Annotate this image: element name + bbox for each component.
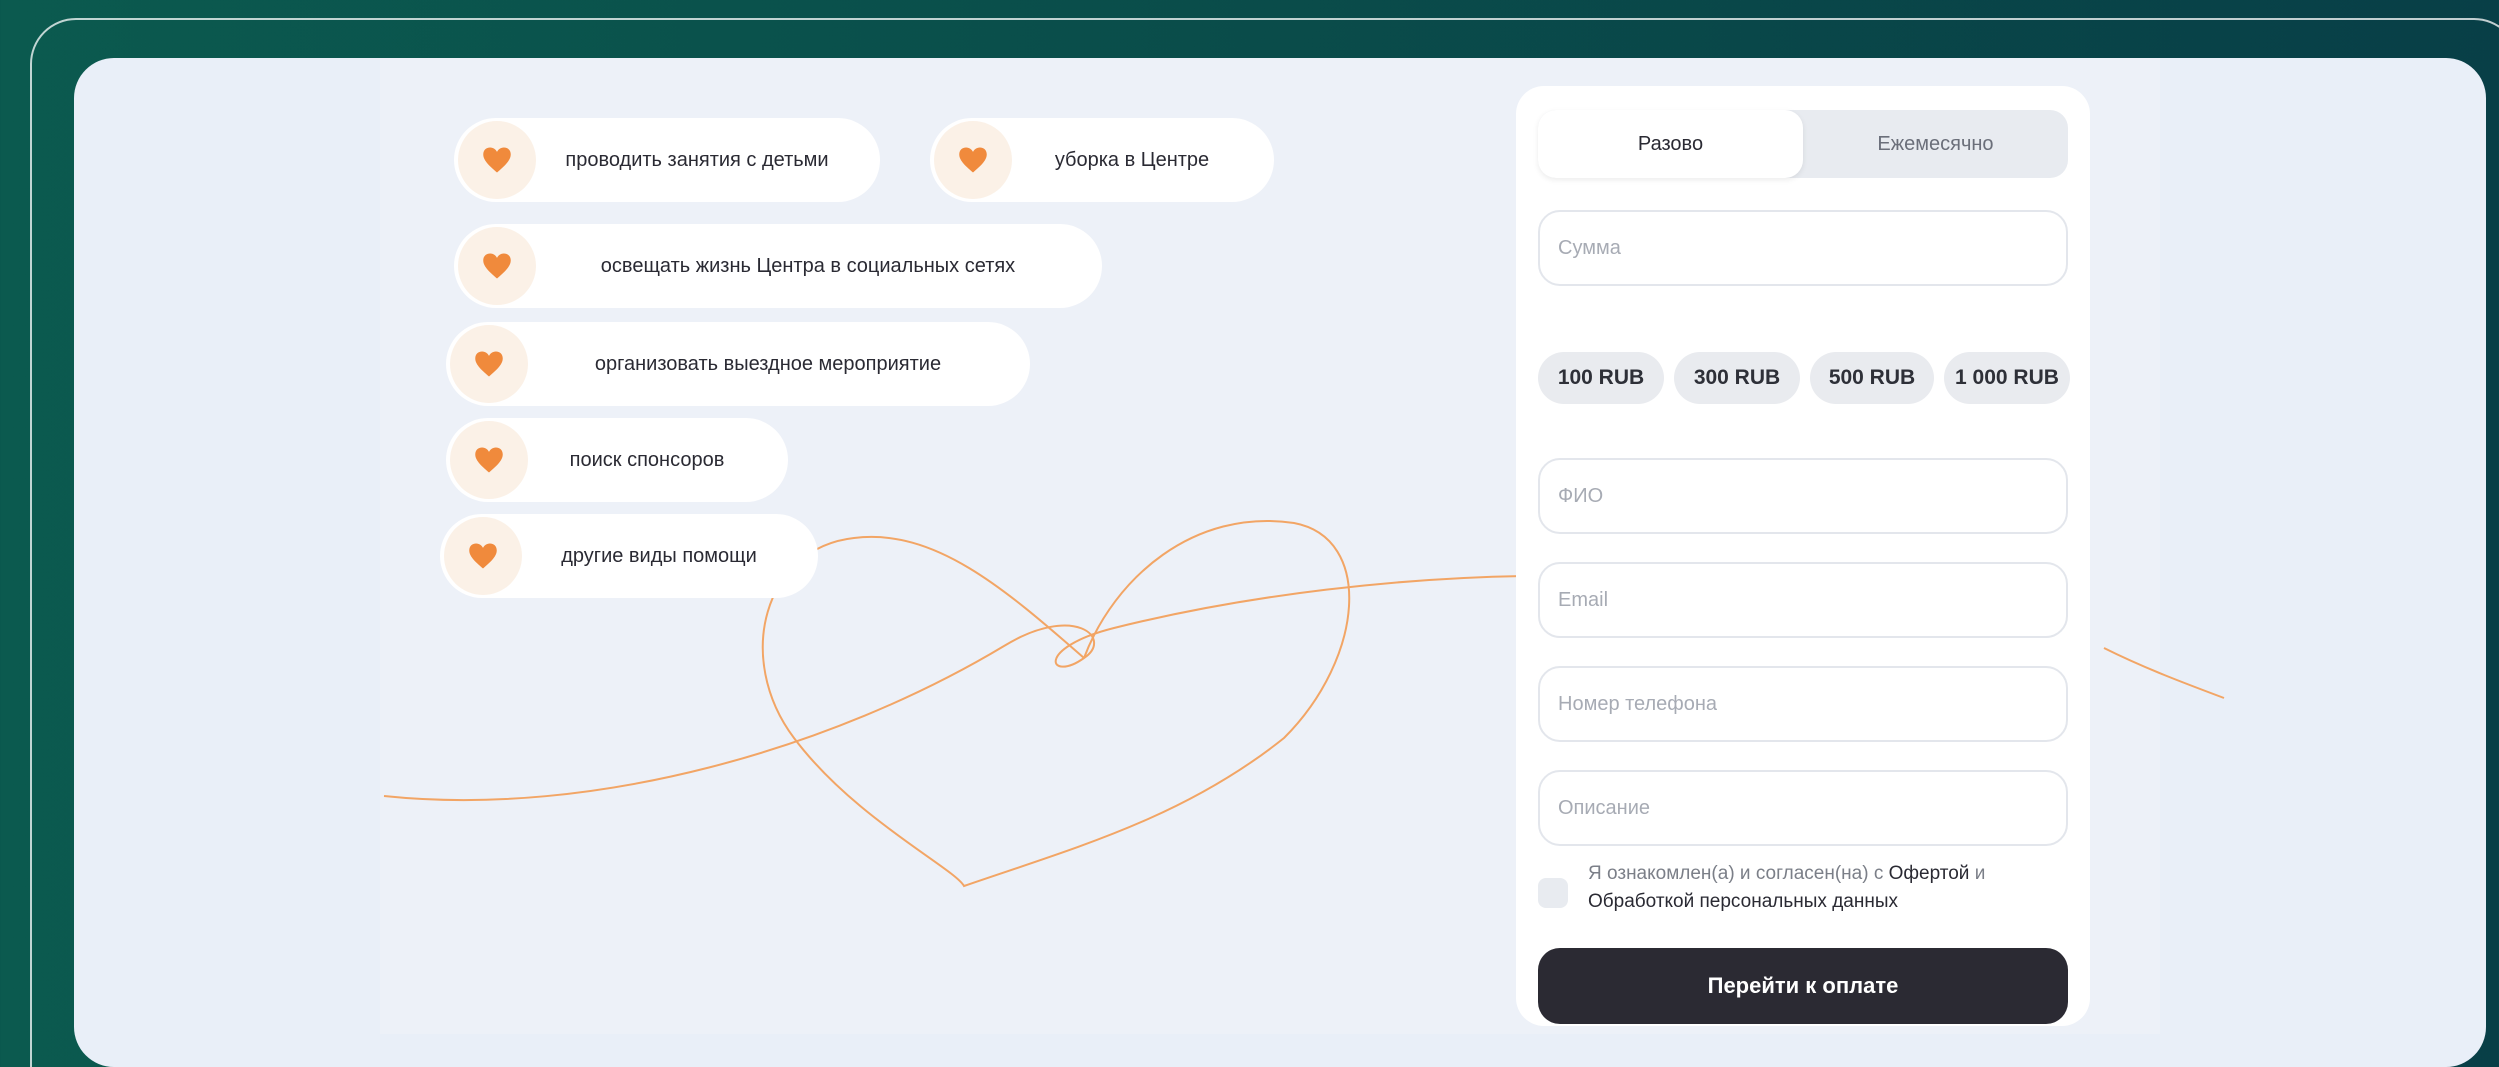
heart-icon xyxy=(444,517,522,595)
toggle-monthly[interactable]: Ежемесячно xyxy=(1803,110,2068,178)
help-chip-social-media[interactable]: освещать жизнь Центра в социальных сетях xyxy=(454,224,1102,308)
consent-and: и xyxy=(1974,863,1986,884)
help-chip-lessons[interactable]: проводить занятия с детьми xyxy=(454,118,880,202)
help-chip-cleaning[interactable]: уборка в Центре xyxy=(930,118,1274,202)
help-chip-label: поиск спонсоров xyxy=(569,448,725,471)
frequency-toggle: Разово Ежемесячно xyxy=(1538,110,2068,178)
preset-1000-button[interactable]: 1 000 RUB xyxy=(1944,352,2070,404)
heart-icon xyxy=(458,227,536,305)
preset-300-button[interactable]: 300 RUB xyxy=(1674,352,1800,404)
main-card: проводить занятия с детьми уборка в Цент… xyxy=(74,58,2486,1067)
amount-input[interactable] xyxy=(1538,210,2068,286)
name-input[interactable] xyxy=(1538,458,2068,534)
donation-form: Разово Ежемесячно 100 RUB 300 RUB 500 RU… xyxy=(1516,86,2090,1026)
heart-line-decoration xyxy=(383,520,2225,888)
offer-link[interactable]: Офертой xyxy=(1889,863,1970,884)
preset-100-button[interactable]: 100 RUB xyxy=(1538,352,1664,404)
toggle-once[interactable]: Разово xyxy=(1538,110,1803,178)
preset-500-button[interactable]: 500 RUB xyxy=(1810,352,1934,404)
help-chip-event[interactable]: организовать выездное мероприятие xyxy=(446,322,1030,406)
heart-icon xyxy=(934,121,1012,199)
consent-prefix: Я ознакомлен(а) и согласен(на) с xyxy=(1588,863,1884,884)
email-input[interactable] xyxy=(1538,562,2068,638)
heart-icon xyxy=(450,421,528,499)
heart-icon xyxy=(450,325,528,403)
consent-row: Я ознакомлен(а) и согласен(на) с Офертой… xyxy=(1538,860,2068,920)
heart-icon xyxy=(458,121,536,199)
help-chip-sponsors[interactable]: поиск спонсоров xyxy=(446,418,788,502)
description-input[interactable] xyxy=(1538,770,2068,846)
help-chip-label: организовать выездное мероприятие xyxy=(594,352,942,375)
help-chip-label: проводить занятия с детьми xyxy=(565,148,829,171)
help-chip-label: освещать жизнь Центра в социальных сетях xyxy=(600,254,1016,277)
consent-checkbox[interactable] xyxy=(1538,878,1568,908)
consent-text: Я ознакомлен(а) и согласен(на) с Офертой… xyxy=(1588,860,2058,916)
help-chip-label: другие виды помощи xyxy=(561,544,757,567)
pay-button[interactable]: Перейти к оплате xyxy=(1538,948,2068,1024)
phone-input[interactable] xyxy=(1538,666,2068,742)
help-chip-label: уборка в Центре xyxy=(1054,148,1210,171)
privacy-link[interactable]: Обработкой персональных данных xyxy=(1588,891,1898,912)
help-chip-other[interactable]: другие виды помощи xyxy=(440,514,818,598)
